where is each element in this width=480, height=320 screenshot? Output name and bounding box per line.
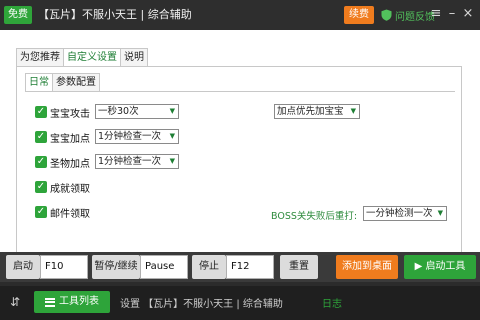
option-label: 成就领取 [50,183,90,195]
log-link[interactable]: 日志 [322,295,342,310]
launch-tool-button[interactable]: ▶ 启动工具 [404,255,476,279]
boss-retry-label: BOSS关失败后重打: [271,211,358,222]
start-label: 启动 [6,255,40,279]
option-achievement[interactable]: ✓ 成就领取 [35,179,90,195]
option-label: 宝宝加点 [50,133,90,145]
top-tabs: 为您推荐 自定义设置 说明 [16,48,148,67]
add-to-desktop-button[interactable]: 添加到桌面 [336,255,398,279]
checkbox-checked-icon[interactable]: ✓ [35,156,47,168]
checkbox-checked-icon[interactable]: ✓ [35,181,47,193]
daily-panel: ✓ 宝宝攻击 一秒30次 ▼ 加点优先加宝宝 ▼ ✓ 宝宝加点 1分钟检查一次 … [25,91,455,261]
main-panel: 为您推荐 自定义设置 说明 日常 参数配置 ✓ 宝宝攻击 一秒30次 ▼ 加点优… [0,30,480,266]
control-bar: 启动 F10 暂停/继续 Pause 停止 F12 重置 添加到桌面 ▶ 启动工… [0,252,480,282]
pause-label: 暂停/继续 [92,255,140,279]
select-value: 1分钟检查一次 [98,156,162,167]
select-value: 一分钟检测一次 [366,208,433,219]
tab-help[interactable]: 说明 [120,48,148,66]
boss-retry-select[interactable]: 一分钟检测一次 ▼ [363,206,447,221]
settings-panel: 日常 参数配置 ✓ 宝宝攻击 一秒30次 ▼ 加点优先加宝宝 ▼ ✓ 宝宝加点 … [16,66,462,266]
subtab-params[interactable]: 参数配置 [52,73,100,91]
tab-custom-settings[interactable]: 自定义设置 [63,48,121,67]
option-label: 邮件领取 [50,208,90,220]
select-value: 1分钟检查一次 [98,131,162,142]
close-icon[interactable]: × [460,6,476,22]
pet-points-select[interactable]: 1分钟检查一次 ▼ [95,129,179,144]
free-badge: 免费 [4,6,32,24]
checkbox-checked-icon[interactable]: ✓ [35,131,47,143]
shield-icon [381,9,392,21]
tools-list-button[interactable]: 工具列表 [34,291,110,313]
checkbox-checked-icon[interactable]: ✓ [35,106,47,118]
tools-list-label: 工具列表 [59,296,99,307]
checkbox-checked-icon[interactable]: ✓ [35,206,47,218]
stop-hotkey-input[interactable]: F12 [226,255,274,279]
dropdown-arrow-icon: ▼ [169,132,175,140]
option-pet-attack[interactable]: ✓ 宝宝攻击 [35,104,90,120]
footer-bar: ⇵ 工具列表 设置 【瓦片】不服小天王 | 综合辅助 日志 [0,286,480,320]
title-bar: 免费 【瓦片】不服小天王 | 综合辅助 续费 问题反馈 ≡ – × [0,0,480,30]
footer-settings-text: 设置 【瓦片】不服小天王 | 综合辅助 [120,299,283,310]
stop-label: 停止 [192,255,226,279]
menu-icon[interactable]: ≡ [428,6,444,22]
dropdown-arrow-icon: ▼ [169,157,175,165]
subtab-daily[interactable]: 日常 [25,73,53,92]
sub-tabs: 日常 参数配置 [25,73,100,92]
option-label: 宝宝攻击 [50,108,90,120]
option-label: 圣物加点 [50,158,90,170]
option-pet-points[interactable]: ✓ 宝宝加点 [35,129,90,145]
reset-button[interactable]: 重置 [280,255,318,279]
minimize-icon[interactable]: – [444,6,460,22]
select-value: 加点优先加宝宝 [277,106,344,117]
sort-icon[interactable]: ⇵ [10,294,20,310]
dropdown-arrow-icon: ▼ [169,107,175,115]
select-value: 一秒30次 [98,106,139,117]
option-holy-points[interactable]: ✓ 圣物加点 [35,154,90,170]
tab-recommend[interactable]: 为您推荐 [16,48,64,66]
play-icon: ▶ [414,261,426,272]
app-title: 【瓦片】不服小天王 | 综合辅助 [38,8,192,21]
priority-select[interactable]: 加点优先加宝宝 ▼ [274,104,360,119]
feedback-link[interactable]: 问题反馈 [381,7,435,23]
holy-points-select[interactable]: 1分钟检查一次 ▼ [95,154,179,169]
renew-button[interactable]: 续费 [344,6,374,24]
launch-tool-label: 启动工具 [425,261,466,272]
pet-attack-select[interactable]: 一秒30次 ▼ [95,104,179,119]
pause-hotkey-input[interactable]: Pause [140,255,188,279]
start-hotkey-input[interactable]: F10 [40,255,88,279]
option-mail[interactable]: ✓ 邮件领取 [35,204,90,220]
dropdown-arrow-icon: ▼ [437,209,443,217]
list-icon [45,297,55,307]
dropdown-arrow-icon: ▼ [350,107,356,115]
